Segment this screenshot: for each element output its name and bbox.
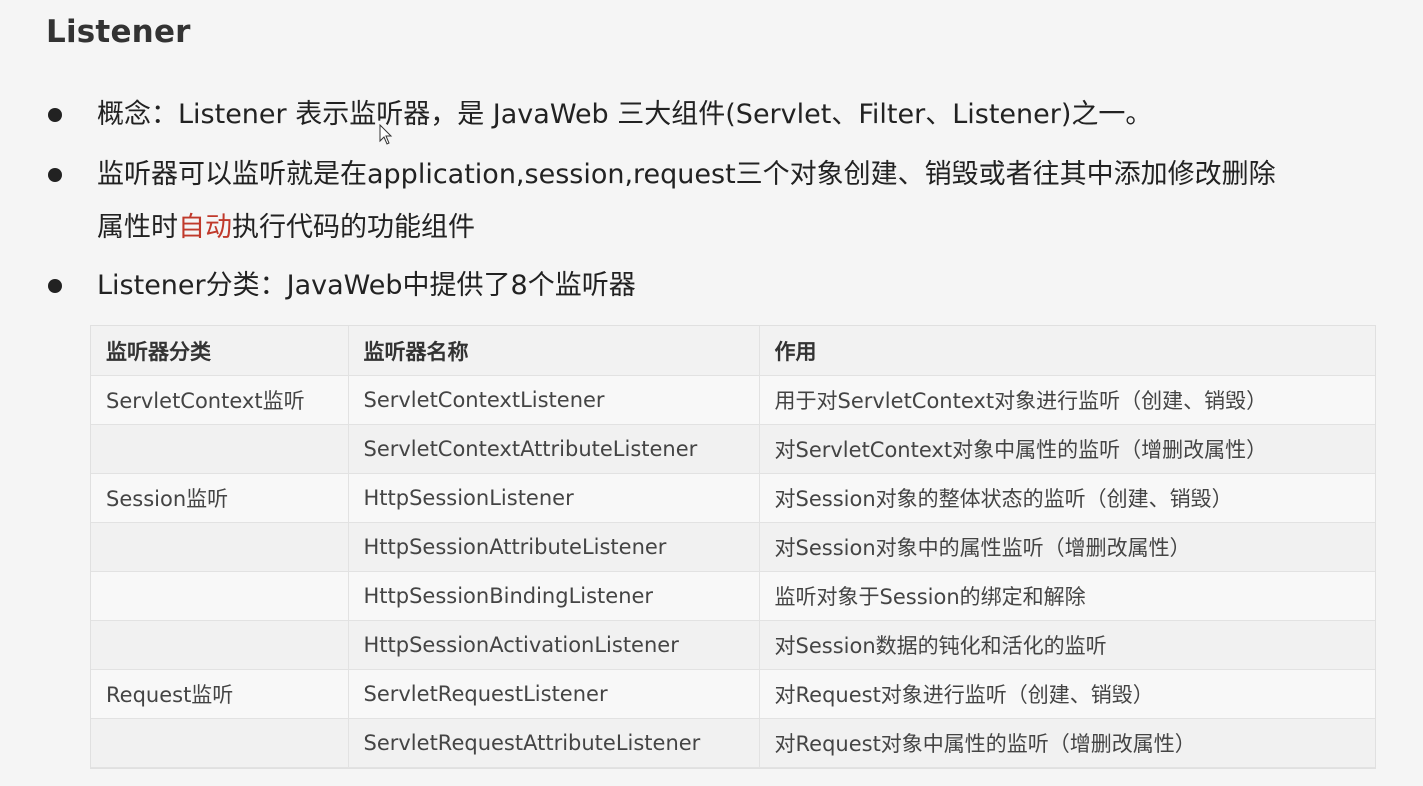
cell-category: Request监听 bbox=[91, 669, 349, 719]
cell-category: ServletContext监听 bbox=[91, 375, 349, 425]
bullet-dot-icon bbox=[48, 279, 62, 293]
cell-category bbox=[91, 424, 349, 474]
bullet-text: 概念：Listener 表示监听器，是 JavaWeb 三大组件(Servlet… bbox=[97, 99, 1153, 130]
header-name: 监听器名称 bbox=[348, 326, 760, 376]
header-category: 监听器分类 bbox=[91, 326, 349, 376]
table-header-row: 监听器分类 监听器名称 作用 bbox=[91, 326, 1375, 376]
bullet-text: 监听器可以监听就是在application,session,request三个对… bbox=[97, 148, 1276, 254]
bullet-line-2-after: 执行代码的功能组件 bbox=[232, 212, 475, 243]
table-row: ServletRequestAttributeListener 对Request… bbox=[91, 718, 1375, 768]
cell-purpose: 对Request对象中属性的监听（增删改属性） bbox=[759, 718, 1375, 768]
highlight-text: 自动 bbox=[178, 212, 232, 243]
cell-category bbox=[91, 571, 349, 621]
cell-name: ServletRequestAttributeListener bbox=[348, 718, 760, 768]
bullet-line-2-before: 属性时 bbox=[97, 212, 178, 243]
header-purpose: 作用 bbox=[759, 326, 1375, 376]
cell-name: ServletRequestListener bbox=[348, 669, 760, 719]
cell-category bbox=[91, 522, 349, 572]
bullet-text: Listener分类：JavaWeb中提供了8个监听器 bbox=[97, 270, 636, 301]
table-row: HttpSessionActivationListener 对Session数据… bbox=[91, 620, 1375, 670]
cell-name: ServletContextListener bbox=[348, 375, 760, 425]
bullet-dot-icon bbox=[48, 168, 62, 182]
bullet-line-1: 监听器可以监听就是在application,session,request三个对… bbox=[97, 159, 1276, 190]
cell-purpose: 监听对象于Session的绑定和解除 bbox=[759, 571, 1375, 621]
cell-name: ServletContextAttributeListener bbox=[348, 424, 760, 474]
listener-table: 监听器分类 监听器名称 作用 ServletContext监听 ServletC… bbox=[90, 325, 1376, 769]
table-row: ServletContext监听 ServletContextListener … bbox=[91, 375, 1375, 425]
table-row: Session监听 HttpSessionListener 对Session对象… bbox=[91, 473, 1375, 523]
cell-name: HttpSessionAttributeListener bbox=[348, 522, 760, 572]
cell-name: HttpSessionActivationListener bbox=[348, 620, 760, 670]
bullet-dot-icon bbox=[48, 108, 62, 122]
cell-purpose: 对ServletContext对象中属性的监听（增删改属性） bbox=[759, 424, 1375, 474]
cell-purpose: 对Session对象中的属性监听（增删改属性） bbox=[759, 522, 1375, 572]
table-row: HttpSessionAttributeListener 对Session对象中… bbox=[91, 522, 1375, 572]
table-row: ServletContextAttributeListener 对Servlet… bbox=[91, 424, 1375, 474]
cell-category bbox=[91, 718, 349, 768]
cell-purpose: 对Request对象进行监听（创建、销毁） bbox=[759, 669, 1375, 719]
table-row: HttpSessionBindingListener 监听对象于Session的… bbox=[91, 571, 1375, 621]
cell-category bbox=[91, 620, 349, 670]
cell-category: Session监听 bbox=[91, 473, 349, 523]
cell-purpose: 对Session数据的钝化和活化的监听 bbox=[759, 620, 1375, 670]
cell-purpose: 用于对ServletContext对象进行监听（创建、销毁） bbox=[759, 375, 1375, 425]
cell-purpose: 对Session对象的整体状态的监听（创建、销毁） bbox=[759, 473, 1375, 523]
cell-name: HttpSessionBindingListener bbox=[348, 571, 760, 621]
page-title: Listener bbox=[46, 14, 191, 50]
table-row: Request监听 ServletRequestListener 对Reques… bbox=[91, 669, 1375, 719]
cell-name: HttpSessionListener bbox=[348, 473, 760, 523]
